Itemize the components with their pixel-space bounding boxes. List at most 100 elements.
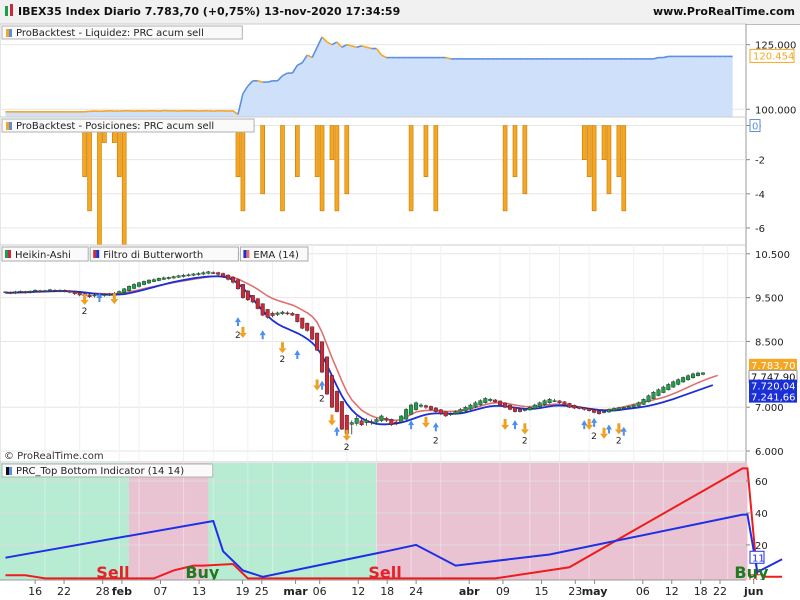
candle-body bbox=[52, 290, 57, 292]
candle-body bbox=[656, 389, 661, 396]
candle-body bbox=[537, 402, 542, 408]
arrow-count-label: 2 bbox=[616, 436, 622, 446]
candle-body bbox=[211, 272, 216, 274]
candle-body bbox=[315, 332, 320, 351]
posiciones-panel bbox=[0, 116, 747, 246]
candle-body bbox=[265, 309, 270, 318]
candle-body bbox=[240, 284, 245, 298]
candle-body bbox=[349, 422, 354, 425]
buy-arrow-shaft bbox=[593, 422, 596, 427]
position-bar bbox=[121, 125, 127, 246]
buy-signal-label: Buy bbox=[734, 563, 769, 582]
candle-body bbox=[661, 386, 666, 393]
buy-arrow-shaft bbox=[607, 429, 610, 434]
candle-body bbox=[226, 274, 231, 280]
candle-body bbox=[458, 409, 463, 413]
candle-body bbox=[552, 400, 557, 402]
candle-body bbox=[428, 406, 433, 410]
candle-body bbox=[3, 291, 8, 293]
sell-arrow-shaft bbox=[241, 326, 245, 333]
candle-body bbox=[676, 379, 681, 385]
sell-arrow-shaft bbox=[503, 418, 507, 425]
candle-body bbox=[473, 402, 478, 408]
liquidez-tick-label: 100.000 bbox=[755, 105, 796, 116]
position-bar bbox=[319, 125, 325, 212]
sell-arrow-shaft bbox=[617, 423, 621, 430]
candle-body bbox=[641, 399, 646, 405]
candle-body bbox=[87, 294, 92, 297]
candle-body bbox=[592, 409, 597, 413]
candle-body bbox=[300, 317, 305, 329]
candle-body bbox=[542, 400, 547, 405]
candle-body bbox=[181, 275, 186, 277]
candle-body bbox=[28, 290, 33, 293]
posiciones-label-icon-b bbox=[9, 122, 12, 130]
posiciones-label-icon bbox=[6, 122, 9, 130]
candle-body bbox=[503, 402, 508, 408]
legend-label: Filtro di Butterworth bbox=[103, 250, 203, 261]
candle-body bbox=[512, 407, 517, 412]
candle-body bbox=[235, 279, 240, 290]
position-bar bbox=[423, 125, 429, 178]
x-tick-label: 09 bbox=[496, 585, 510, 598]
candle-body bbox=[43, 290, 48, 292]
candle-body bbox=[423, 405, 428, 408]
candle-body bbox=[77, 292, 82, 296]
candle-body bbox=[310, 326, 315, 340]
liquidez-current-label: 120.454 bbox=[753, 51, 794, 62]
candle-body bbox=[681, 377, 686, 383]
candle-body bbox=[245, 290, 250, 300]
candle-body bbox=[582, 407, 587, 410]
candle-body bbox=[72, 291, 77, 294]
candle-body bbox=[67, 290, 72, 293]
position-bar bbox=[581, 125, 587, 160]
position-bar bbox=[235, 125, 241, 178]
arrow-count-label: 2 bbox=[344, 443, 350, 453]
position-bar bbox=[295, 125, 300, 178]
x-tick-label: 24 bbox=[409, 585, 423, 598]
sell-signal-label: Sell bbox=[368, 563, 401, 582]
candle-body bbox=[38, 290, 43, 293]
sell-arrow-shaft bbox=[112, 293, 116, 300]
position-bar bbox=[522, 125, 528, 195]
liquidez-line-segment bbox=[663, 55, 669, 59]
sell-signal-label: Sell bbox=[96, 563, 129, 582]
candle-body bbox=[478, 400, 483, 406]
position-bar bbox=[87, 125, 92, 212]
candle-body bbox=[532, 404, 537, 409]
position-bar bbox=[606, 125, 612, 195]
candle-body bbox=[221, 273, 226, 277]
price-tick-label: 9.500 bbox=[755, 294, 784, 305]
posiciones-label: ProBacktest - Posiciones: PRC acum sell bbox=[16, 121, 214, 132]
candle-body bbox=[468, 404, 473, 410]
ema-icon bbox=[243, 250, 250, 258]
candle-body bbox=[290, 313, 295, 316]
position-bar bbox=[502, 125, 508, 212]
x-tick-label: 22 bbox=[57, 585, 71, 598]
candle-body bbox=[616, 407, 621, 410]
candle-body bbox=[166, 277, 171, 279]
x-tick-label: 12 bbox=[351, 585, 365, 598]
candle-body bbox=[161, 277, 166, 280]
buy-arrow-shaft bbox=[513, 425, 516, 430]
posiciones-tick-label: -2 bbox=[755, 156, 765, 167]
topbottom-label-icon bbox=[6, 467, 9, 475]
chart-root: IBEX35 Index Diario 7.783,70 (+0,75%) 13… bbox=[0, 4, 800, 600]
candle-body bbox=[438, 409, 443, 414]
liquidez-line-segment bbox=[158, 109, 164, 112]
buy-arrow-shaft bbox=[98, 297, 101, 302]
candle-body bbox=[631, 404, 636, 408]
candle-body bbox=[621, 407, 626, 409]
legend-icon-part bbox=[246, 250, 250, 258]
x-tick-label: 22 bbox=[713, 585, 727, 598]
x-tick-label: 06 bbox=[313, 585, 327, 598]
arrow-count-label: 2 bbox=[319, 395, 325, 405]
candle-body bbox=[275, 312, 280, 315]
candle-body bbox=[522, 409, 527, 411]
candle-body bbox=[606, 409, 611, 413]
liquidez-label-icon bbox=[6, 29, 9, 37]
sell-arrow-shaft bbox=[315, 379, 319, 386]
candle-body bbox=[567, 403, 572, 408]
price-tick-label: 8.500 bbox=[755, 337, 784, 348]
price-tick-label: 10.500 bbox=[755, 250, 790, 261]
